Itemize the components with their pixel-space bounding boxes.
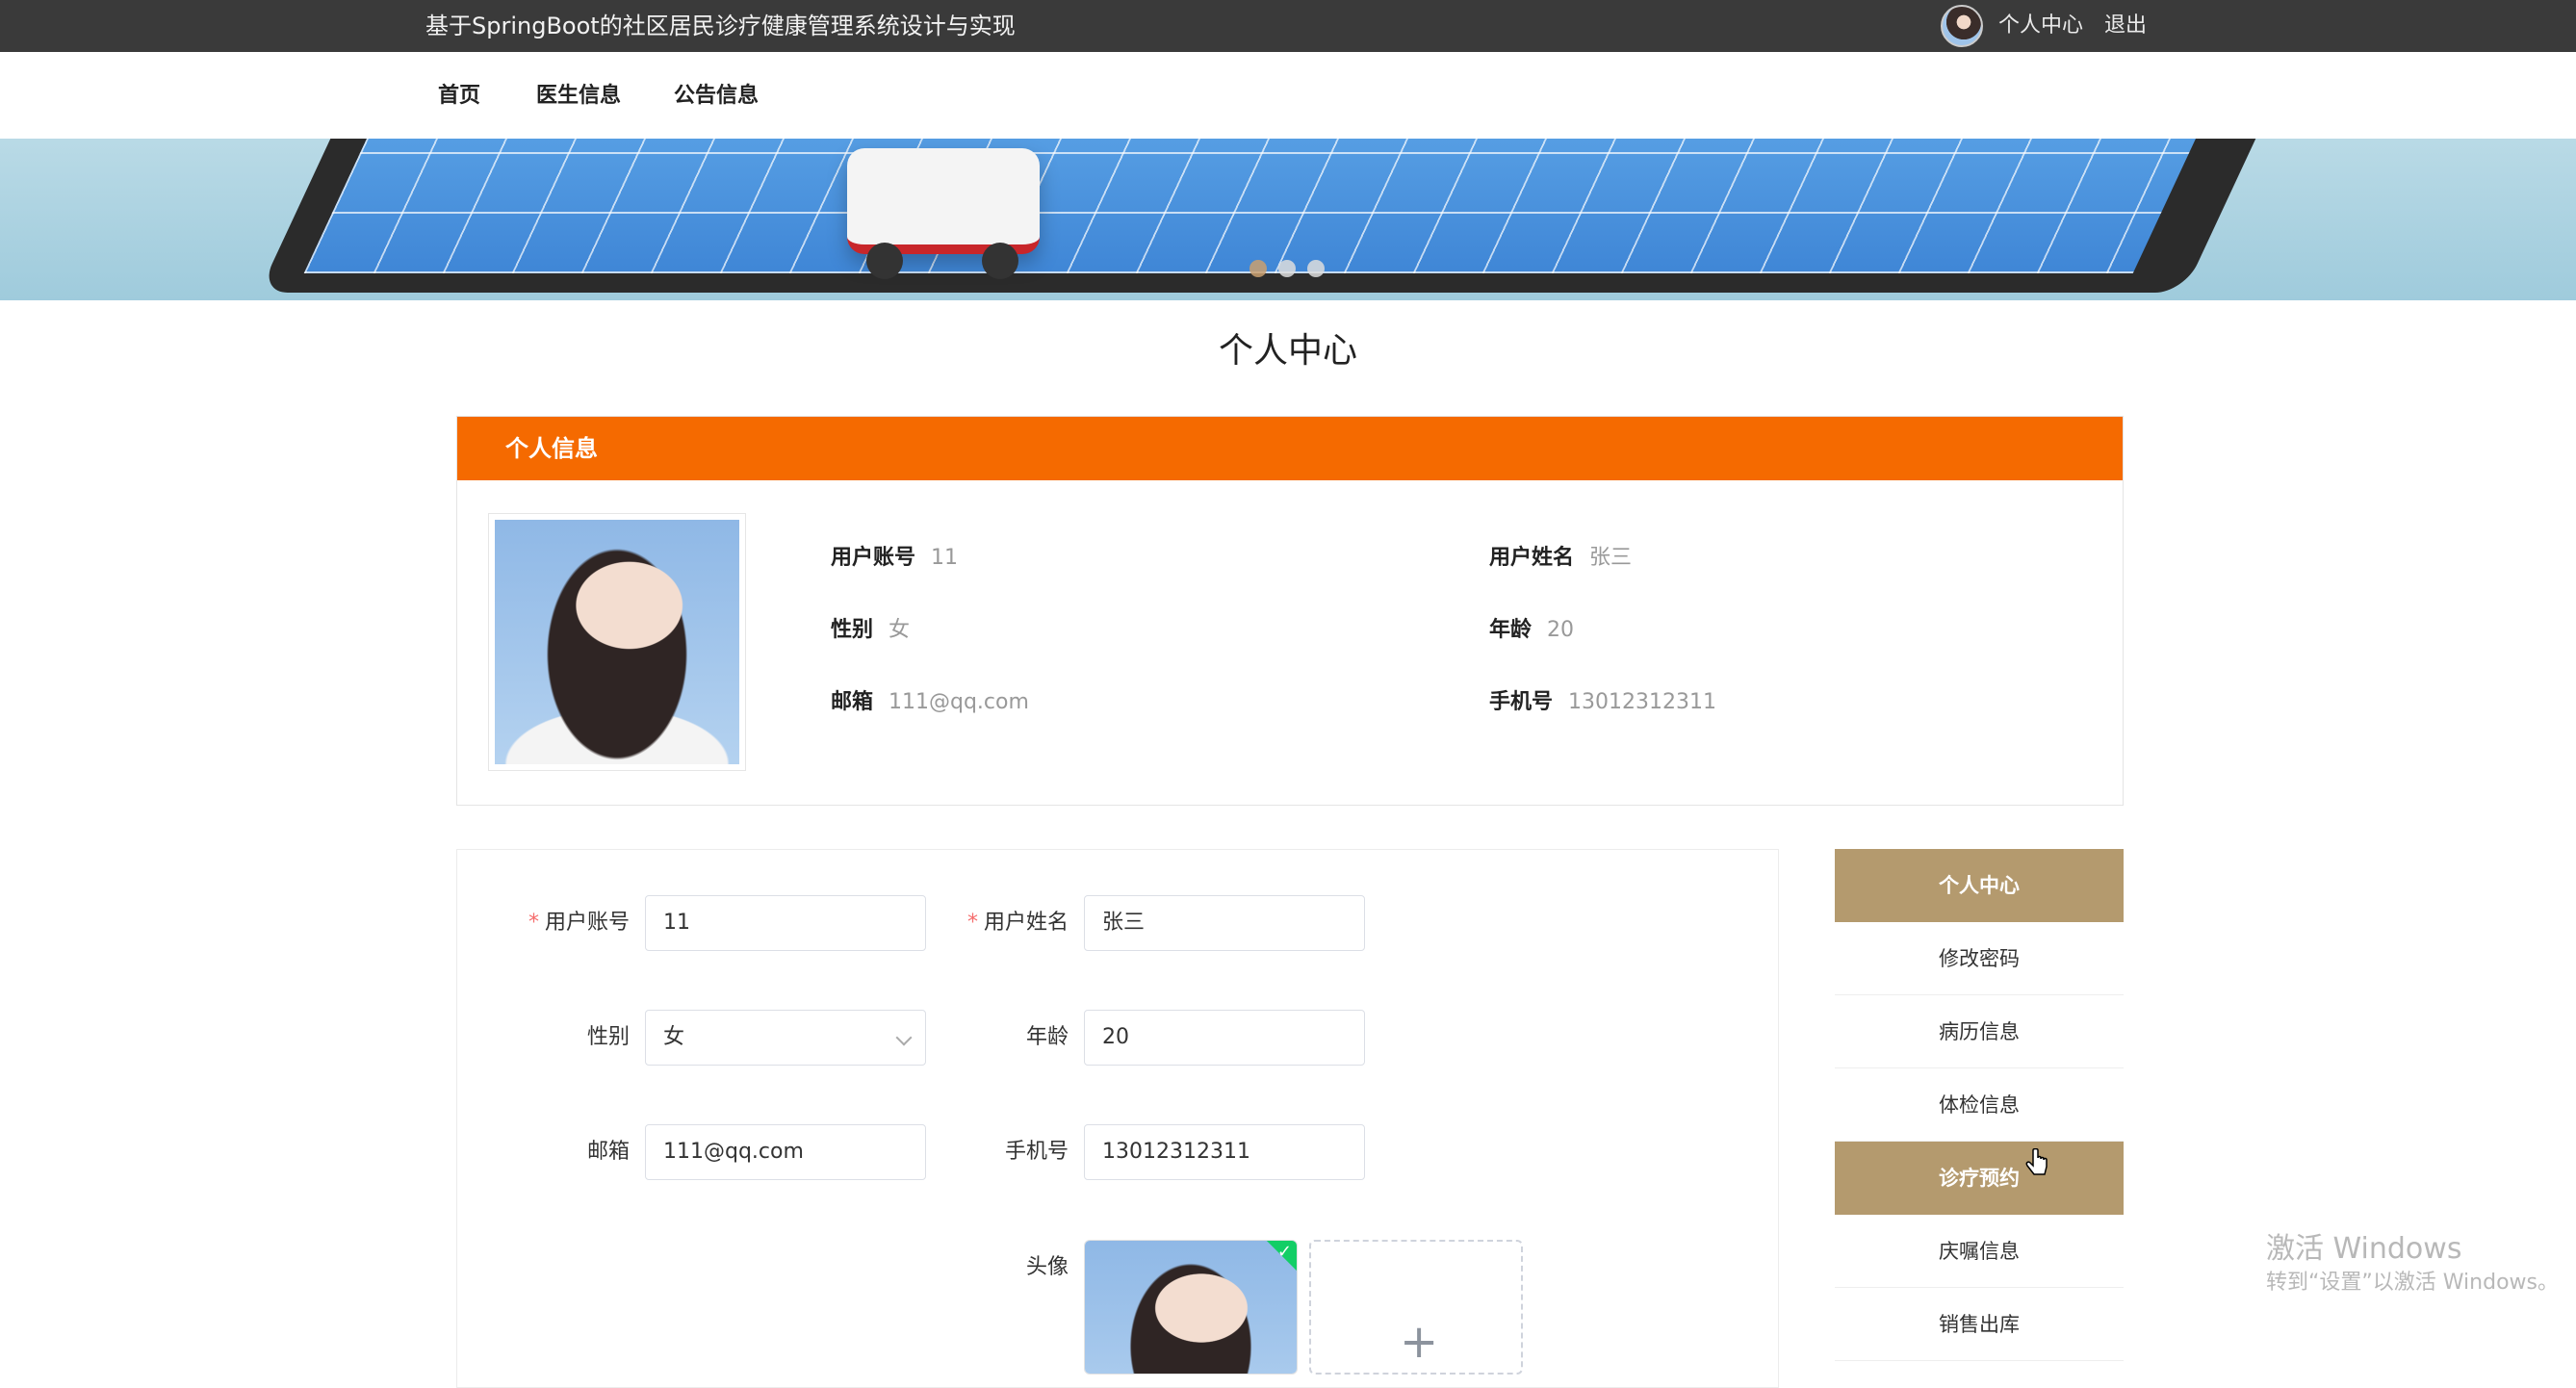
banner-screen-graphic (303, 139, 2219, 273)
form-label-account: * 用户账号 (528, 911, 630, 935)
nav-item-home[interactable]: 首页 (438, 77, 480, 116)
ambulance-wheel (982, 243, 1018, 279)
side-menu-change-password[interactable]: 修改密码 (1835, 922, 2124, 995)
page-title: 个人中心 (1218, 331, 1357, 371)
gender-select[interactable]: 女 (645, 1010, 926, 1066)
check-icon: ✓ (1276, 1242, 1292, 1262)
info-account: 用户账号 11 (831, 546, 959, 570)
account-input[interactable]: 11 (645, 895, 926, 951)
info-email: 邮箱 111@qq.com (831, 690, 1029, 714)
side-menu-sales-outbound[interactable]: 销售出库 (1835, 1288, 2124, 1361)
hand-cursor-icon (2025, 1148, 2048, 1175)
personal-info-header: 个人信息 (457, 417, 2123, 480)
side-menu-orders[interactable]: 庆嘱信息 (1835, 1215, 2124, 1288)
form-label-gender: 性别 (586, 1025, 630, 1049)
windows-activation-title: 激活 Windows (2266, 1232, 2462, 1266)
side-menu-appointment[interactable]: 诊疗预约 (1835, 1142, 2124, 1215)
ambulance-wheel (866, 243, 903, 279)
form-label-email: 邮箱 (586, 1140, 630, 1164)
site-title: 基于SpringBoot的社区居民诊疗健康管理系统设计与实现 (425, 13, 1016, 39)
form-label-name: * 用户姓名 (966, 911, 1069, 935)
logout-link[interactable]: 退出 (2104, 12, 2147, 40)
carousel-dot-2[interactable] (1278, 260, 1296, 277)
ambulance-graphic (847, 148, 1040, 254)
personal-info-card: 个人信息 用户账号 11 用户姓名 张三 性别女 年龄 20 邮箱 111@qq.com… (456, 416, 2124, 806)
carousel-dot-1[interactable] (1249, 260, 1267, 277)
phone-input[interactable]: 13012312311 (1084, 1124, 1365, 1180)
carousel-indicators (1249, 260, 1325, 277)
age-input[interactable]: 20 (1084, 1010, 1365, 1066)
info-age: 年龄 20 (1489, 618, 1575, 642)
profile-photo (488, 513, 746, 771)
chevron-down-icon (895, 1029, 913, 1046)
avatar-upload-button[interactable]: + (1309, 1240, 1523, 1375)
uploaded-avatar-thumbnail[interactable]: ✓ (1084, 1240, 1298, 1375)
gender-select-value: 女 (663, 1025, 685, 1049)
form-label-avatar: 头像 (1025, 1255, 1069, 1279)
side-menu-medical-records[interactable]: 病历信息 (1835, 995, 2124, 1068)
portrait-image (495, 520, 739, 764)
form-label-age: 年龄 (1025, 1025, 1069, 1049)
user-center-link[interactable]: 个人中心 (1998, 12, 2083, 40)
carousel-dot-3[interactable] (1307, 260, 1325, 277)
form-label-phone: 手机号 (1004, 1140, 1069, 1164)
info-phone: 手机号 13012312311 (1489, 690, 1716, 714)
avatar-preview-image (1085, 1241, 1297, 1374)
side-menu-profile[interactable]: 个人中心 (1835, 849, 2124, 922)
nav-item-doctors[interactable]: 医生信息 (536, 77, 621, 116)
top-bar: 基于SpringBoot的社区居民诊疗健康管理系统设计与实现 个人中心 退出 (0, 0, 2576, 52)
plus-icon: + (1400, 1315, 1439, 1369)
nav-item-announcements[interactable]: 公告信息 (674, 77, 759, 116)
banner-carousel[interactable] (0, 139, 2576, 300)
email-input[interactable]: 111@qq.com (645, 1124, 926, 1180)
info-name: 用户姓名 张三 (1489, 546, 1633, 570)
info-gender: 性别女 (831, 618, 911, 642)
user-avatar[interactable] (1941, 5, 1983, 47)
side-menu-checkup[interactable]: 体检信息 (1835, 1068, 2124, 1142)
windows-activation-subtitle: 转到“设置”以激活 Windows。 (2266, 1271, 2559, 1295)
user-side-menu: 个人中心 修改密码 病历信息 体检信息 诊疗预约 庆嘱信息 销售出库 (1835, 849, 2124, 1361)
main-nav: 首页 医生信息 公告信息 (0, 52, 2576, 139)
name-input[interactable]: 张三 (1084, 895, 1365, 951)
